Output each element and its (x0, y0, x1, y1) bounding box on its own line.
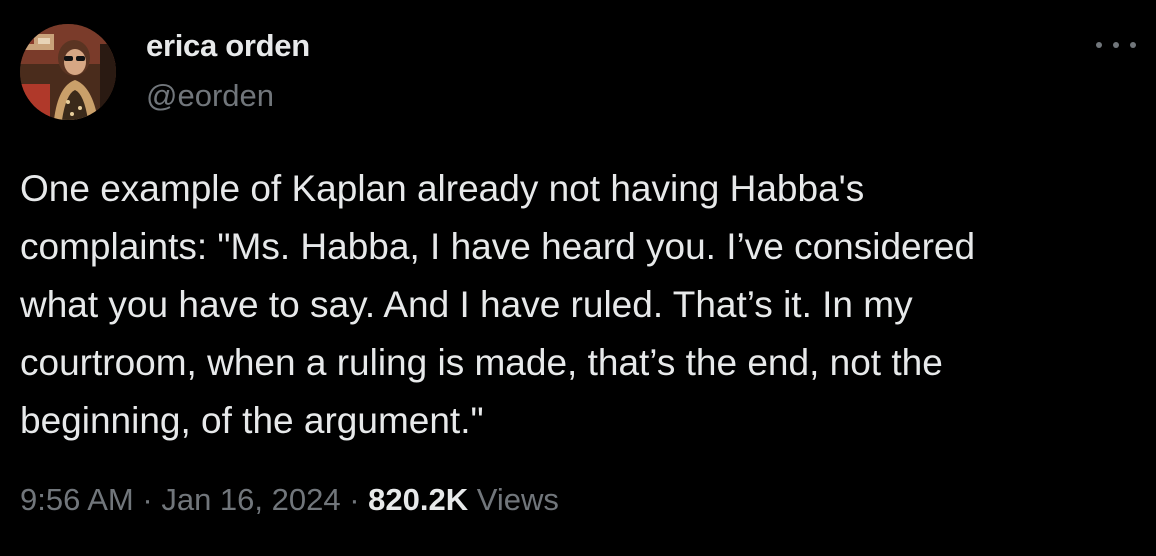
views-count[interactable]: 820.2K (368, 482, 468, 517)
tweet-text-line: complaints: "Ms. Habba, I have heard you… (20, 226, 976, 267)
tweet-meta: 9:56 AM · Jan 16, 2024 · 820.2K Views (20, 482, 559, 518)
tweet-text-line: what you have to say. And I have ruled. … (20, 284, 913, 325)
tweet-text-line: beginning, of the argument." (20, 400, 484, 441)
avatar[interactable] (20, 24, 116, 120)
more-options-icon[interactable] (1096, 30, 1136, 60)
tweet-text-line: One example of Kaplan already not having… (20, 168, 865, 209)
dot (1130, 42, 1136, 48)
dot (1096, 42, 1102, 48)
dot (1113, 42, 1119, 48)
tweet-date[interactable]: Jan 16, 2024 (161, 482, 340, 517)
meta-separator: · (142, 482, 153, 517)
author-handle[interactable]: @eorden (146, 78, 274, 114)
meta-separator: · (349, 482, 360, 517)
avatar-photo (20, 24, 116, 120)
tweet-text: One example of Kaplan already not having… (20, 160, 1120, 450)
views-label: Views (476, 482, 559, 517)
tweet-time[interactable]: 9:56 AM (20, 482, 134, 517)
author-name[interactable]: erica orden (146, 28, 310, 64)
tweet-card: erica orden @eorden One example of Kapla… (0, 0, 1156, 556)
tweet-text-line: courtroom, when a ruling is made, that’s… (20, 342, 943, 383)
